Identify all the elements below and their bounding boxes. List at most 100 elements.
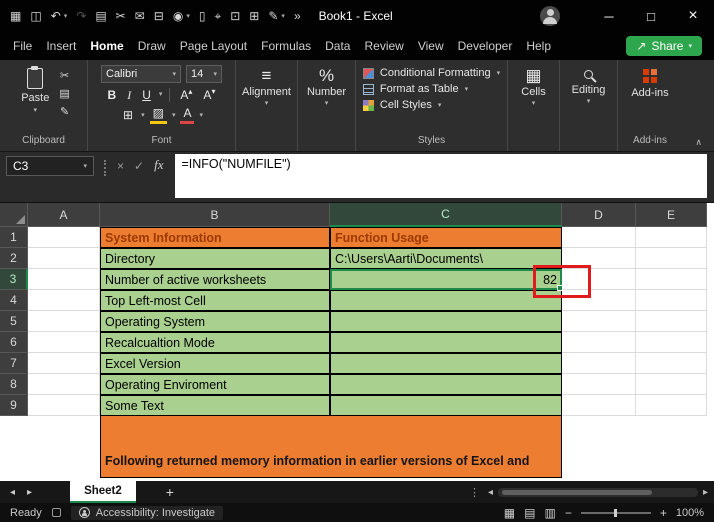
cell-E3[interactable] [636, 269, 707, 290]
addins-button[interactable]: Add-ins [625, 65, 674, 101]
cell-A8[interactable] [28, 374, 100, 395]
fill-color-button[interactable]: ▨ [150, 106, 167, 123]
cell-E2[interactable] [636, 248, 707, 269]
pen-dropdown-icon[interactable]: ▾ [281, 13, 285, 20]
row-header-6[interactable]: 6 [0, 332, 28, 353]
cell-D5[interactable] [562, 311, 636, 332]
cell-A9[interactable] [28, 395, 100, 416]
cell-E7[interactable] [636, 353, 707, 374]
macro-record-icon[interactable] [52, 508, 61, 517]
undo-dropdown-icon[interactable]: ▾ [64, 13, 68, 20]
font-size-select[interactable]: 14 ▾ [186, 65, 222, 83]
scroll-left-icon[interactable]: ◂ [488, 487, 493, 498]
cell-C2[interactable]: C:\Users\Aarti\Documents\ [330, 248, 562, 269]
fill-handle[interactable] [557, 285, 563, 291]
zoom-slider-thumb[interactable] [614, 509, 617, 517]
scroll-right-icon[interactable]: ▸ [703, 487, 708, 498]
calculator-icon[interactable]: ⊞ [249, 10, 259, 22]
cell-B2[interactable]: Directory [100, 248, 330, 269]
cell-C4[interactable] [330, 290, 562, 311]
alignment-button[interactable]: ≡ Alignment ▾ [240, 65, 293, 109]
cell-E8[interactable] [636, 374, 707, 395]
cell-B1[interactable]: System Information [100, 227, 330, 248]
next-sheet-icon[interactable]: ▸ [27, 487, 32, 498]
menu-tab-view[interactable]: View [411, 34, 451, 58]
underline-button[interactable]: U [139, 88, 154, 102]
more-commands-icon[interactable]: » [294, 10, 301, 22]
font-name-select[interactable]: Calibri ▾ [101, 65, 181, 83]
row-header-9[interactable]: 9 [0, 395, 28, 416]
horizontal-scroll-track[interactable] [498, 488, 698, 497]
redo-icon[interactable]: ↷ [76, 10, 86, 22]
column-header-D[interactable]: D [562, 203, 636, 227]
number-button[interactable]: % Number ▾ [302, 65, 351, 109]
cell-E9[interactable] [636, 395, 707, 416]
cell-D6[interactable] [562, 332, 636, 353]
font-color-button[interactable]: A [180, 106, 194, 123]
cell-D4[interactable] [562, 290, 636, 311]
borders-button[interactable]: ⊞ [120, 108, 136, 122]
name-box[interactable]: C3 ▾ [6, 156, 94, 176]
cell-B9[interactable]: Some Text [100, 395, 330, 416]
cell-A7[interactable] [28, 353, 100, 374]
cell-D1[interactable] [562, 227, 636, 248]
cell-C7[interactable] [330, 353, 562, 374]
tab-splitter-icon[interactable]: ⋮ [469, 486, 480, 499]
zoom-slider[interactable] [581, 512, 651, 514]
menu-tab-review[interactable]: Review [357, 34, 410, 58]
format-as-table-button[interactable]: Format as Table ▾ [363, 83, 500, 95]
cell-D7[interactable] [562, 353, 636, 374]
column-header-E[interactable]: E [636, 203, 707, 227]
copy-button[interactable]: ▤ [59, 87, 69, 100]
eye-dropdown-icon[interactable]: ▾ [186, 13, 190, 20]
cell-C8[interactable] [330, 374, 562, 395]
camera-icon[interactable]: ⊡ [230, 10, 240, 22]
confirm-entry-icon[interactable]: ✓ [134, 160, 144, 172]
format-painter-button[interactable]: ✎ [60, 105, 69, 118]
eye-icon[interactable]: ◉ [173, 10, 183, 22]
cell-A1[interactable] [28, 227, 100, 248]
cancel-entry-icon[interactable]: × [117, 160, 124, 172]
page-layout-view-icon[interactable]: ▤ [524, 507, 535, 519]
editing-button[interactable]: Editing ▾ [564, 65, 613, 107]
cell-C1[interactable]: Function Usage [330, 227, 562, 248]
formula-input[interactable]: =INFO("NUMFILE") [175, 154, 707, 198]
previous-sheet-icon[interactable]: ◂ [10, 487, 15, 498]
close-button[interactable]: × [672, 0, 714, 32]
decrease-font-size-button[interactable]: A▾ [200, 87, 218, 102]
minimize-button[interactable]: ─ [588, 0, 630, 32]
cell-D2[interactable] [562, 248, 636, 269]
cell-D9[interactable] [562, 395, 636, 416]
menu-tab-developer[interactable]: Developer [451, 34, 520, 58]
cell-C3[interactable]: 82 [330, 269, 562, 290]
cell-B4[interactable]: Top Left-most Cell [100, 290, 330, 311]
cell-E4[interactable] [636, 290, 707, 311]
italic-button[interactable]: I [124, 88, 134, 102]
cell-B7[interactable]: Excel Version [100, 353, 330, 374]
menu-tab-insert[interactable]: Insert [39, 34, 83, 58]
zoom-out-icon[interactable]: − [565, 506, 572, 520]
menu-tab-data[interactable]: Data [318, 34, 357, 58]
cell-E5[interactable] [636, 311, 707, 332]
pen-icon[interactable]: ✎ [268, 10, 278, 22]
save-icon[interactable]: ◫ [30, 10, 41, 22]
cell-B6[interactable]: Recalcualtion Mode [100, 332, 330, 353]
mail-icon[interactable]: ✉ [135, 10, 145, 22]
cells-button[interactable]: ▦ Cells ▾ [512, 65, 555, 109]
maximize-button[interactable]: □ [630, 0, 672, 32]
column-header-C[interactable]: C [330, 203, 562, 227]
banner-cell-D[interactable] [562, 416, 636, 478]
row-header-2[interactable]: 2 [0, 248, 28, 269]
print-icon[interactable]: ⊟ [154, 10, 164, 22]
share-button[interactable]: ↗ Share ▾ [626, 36, 702, 56]
cell-A4[interactable] [28, 290, 100, 311]
select-all-corner[interactable] [0, 203, 28, 227]
row-header-3[interactable]: 3 [0, 269, 28, 290]
zoom-in-icon[interactable]: + [660, 506, 667, 520]
normal-view-icon[interactable]: ▦ [504, 507, 515, 519]
formula-bar-splitter[interactable] [104, 160, 106, 176]
menu-tab-page-layout[interactable]: Page Layout [173, 34, 254, 58]
increase-font-size-button[interactable]: A▴ [177, 87, 195, 102]
app-grid-icon[interactable]: ▦ [10, 10, 21, 22]
cell-A6[interactable] [28, 332, 100, 353]
